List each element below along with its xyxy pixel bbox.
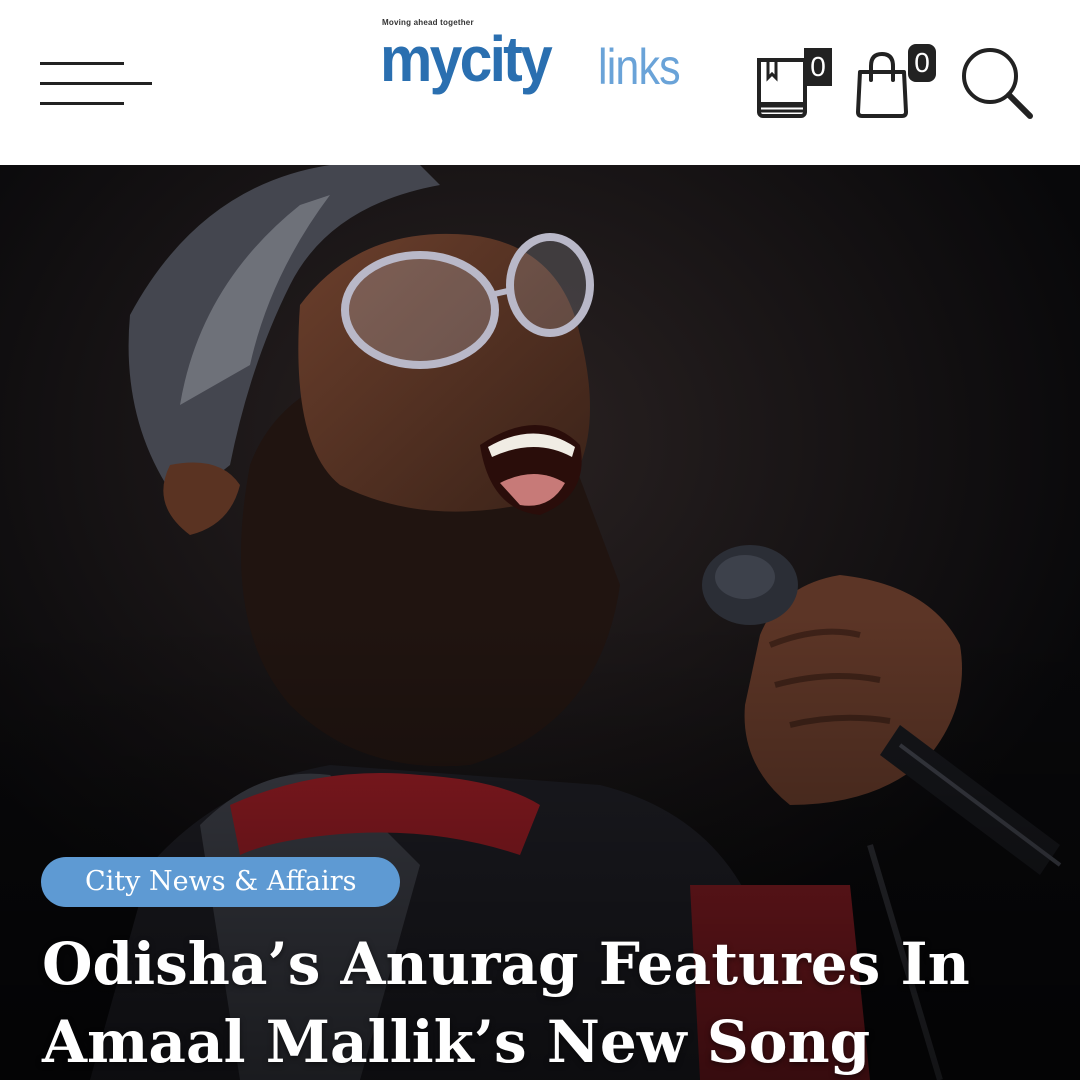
search-button[interactable]: [960, 46, 1034, 120]
site-logo[interactable]: Moving ahead together mycity links: [380, 18, 710, 102]
shopping-bag-icon: [856, 51, 908, 118]
site-header: Moving ahead together mycity links 0 0: [0, 0, 1080, 165]
logo-word-primary: mycity: [380, 23, 553, 95]
library-button[interactable]: 0: [756, 48, 832, 118]
library-count-badge: 0: [804, 48, 832, 86]
category-tag[interactable]: City News & Affairs: [41, 857, 401, 907]
logo-word-secondary: links: [598, 39, 681, 95]
cart-count-badge: 0: [908, 44, 936, 82]
search-icon: [962, 48, 1033, 119]
hamburger-menu-icon[interactable]: [40, 62, 152, 106]
cart-button[interactable]: 0: [854, 44, 936, 118]
article-headline[interactable]: Odisha’s Anurag Features In Amaal Mallik…: [42, 925, 1042, 1080]
featured-article-card[interactable]: City News & Affairs Odisha’s Anurag Feat…: [0, 165, 1080, 1080]
